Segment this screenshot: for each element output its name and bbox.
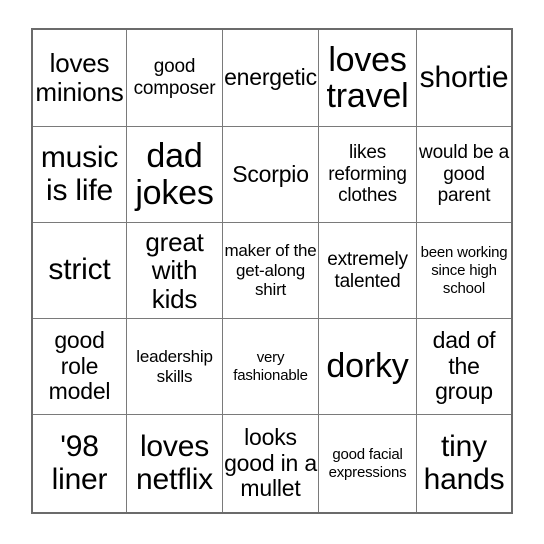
- bingo-cell-r4c4[interactable]: dorky: [319, 319, 417, 415]
- bingo-cell-text: good facial expressions: [328, 445, 407, 481]
- bingo-cell-text: very fashionable: [233, 348, 308, 384]
- bingo-cell-r4c1[interactable]: good role model: [33, 319, 127, 415]
- bingo-cell-text: loves minions: [35, 48, 124, 107]
- bingo-cell-text: music is life: [40, 141, 119, 207]
- bingo-cell-text: dorky: [326, 347, 409, 386]
- bingo-cell-r5c3[interactable]: looks good in a mullet: [223, 415, 319, 512]
- bingo-cell-text: dad of the group: [432, 326, 496, 405]
- bingo-cell-r3c3[interactable]: maker of the get-along shirt: [223, 223, 319, 319]
- bingo-cell-r4c2[interactable]: leadership skills: [127, 319, 223, 415]
- bingo-cell-r2c5[interactable]: would be a good parent: [417, 127, 511, 223]
- bingo-cell-r1c4[interactable]: loves travel: [319, 30, 417, 127]
- bingo-cell-text: strict: [48, 253, 111, 287]
- bingo-cell-r3c2[interactable]: great with kids: [127, 223, 223, 319]
- bingo-cell-text: tiny hands: [423, 430, 505, 496]
- bingo-cell-r3c1[interactable]: strict: [33, 223, 127, 319]
- bingo-cell-text: great with kids: [145, 226, 204, 314]
- bingo-cell-r2c2[interactable]: dad jokes: [127, 127, 223, 223]
- bingo-cell-text: extremely talented: [327, 248, 408, 292]
- bingo-cell-text: loves travel: [326, 40, 409, 115]
- bingo-cell-text: been working since high school: [420, 243, 508, 297]
- bingo-cell-r1c2[interactable]: good composer: [127, 30, 223, 127]
- bingo-cell-r2c4[interactable]: likes reforming clothes: [319, 127, 417, 223]
- bingo-cell-r5c2[interactable]: loves netflix: [127, 415, 223, 512]
- bingo-cell-text: Scorpio: [232, 160, 309, 187]
- bingo-cell-r2c3[interactable]: Scorpio: [223, 127, 319, 223]
- bingo-cell-text: maker of the get-along shirt: [224, 240, 317, 300]
- bingo-cell-r5c4[interactable]: good facial expressions: [319, 415, 417, 512]
- bingo-cell-text: good composer: [133, 56, 216, 99]
- bingo-cell-text: '98 liner: [51, 430, 108, 496]
- bingo-cell-text: dad jokes: [135, 137, 214, 212]
- bingo-cell-text: likes reforming clothes: [328, 141, 407, 207]
- bingo-cell-text: energetic: [224, 64, 317, 91]
- bingo-cell-r4c3[interactable]: very fashionable: [223, 319, 319, 415]
- bingo-cell-text: leadership skills: [136, 346, 213, 386]
- bingo-cell-text: shortie: [419, 60, 509, 94]
- bingo-cell-r1c1[interactable]: loves minions: [33, 30, 127, 127]
- bingo-cell-r3c5[interactable]: been working since high school: [417, 223, 511, 319]
- bingo-cell-text: looks good in a mullet: [224, 423, 317, 502]
- bingo-card-container: loves minions good composer energetic lo…: [0, 0, 544, 544]
- bingo-cell-r4c5[interactable]: dad of the group: [417, 319, 511, 415]
- bingo-grid: loves minions good composer energetic lo…: [31, 28, 513, 514]
- bingo-cell-text: good role model: [48, 326, 111, 405]
- bingo-cell-text: would be a good parent: [419, 141, 509, 207]
- bingo-cell-r2c1[interactable]: music is life: [33, 127, 127, 223]
- bingo-cell-r1c5[interactable]: shortie: [417, 30, 511, 127]
- bingo-cell-text: loves netflix: [136, 430, 213, 496]
- bingo-cell-r3c4[interactable]: extremely talented: [319, 223, 417, 319]
- bingo-cell-r5c1[interactable]: '98 liner: [33, 415, 127, 512]
- bingo-cell-r1c3[interactable]: energetic: [223, 30, 319, 127]
- bingo-cell-r5c5[interactable]: tiny hands: [417, 415, 511, 512]
